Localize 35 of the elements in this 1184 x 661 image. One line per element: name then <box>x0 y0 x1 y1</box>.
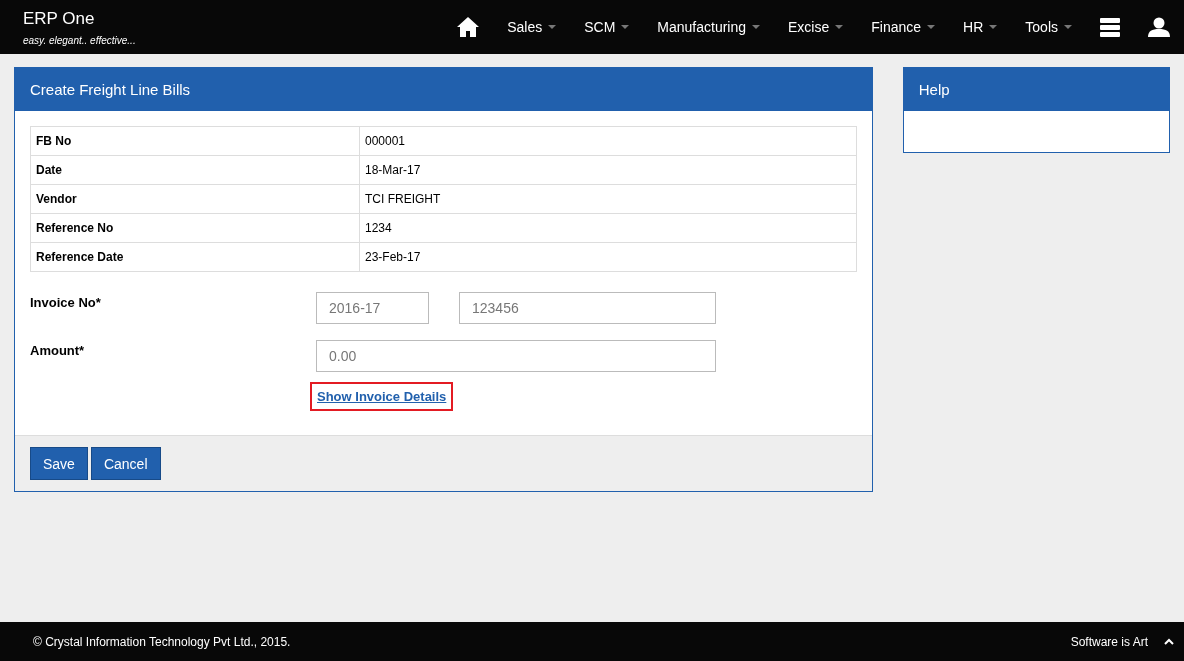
nav-menu-item[interactable]: Finance <box>857 19 950 35</box>
cancel-button[interactable]: Cancel <box>90 447 161 480</box>
nav-menu-item[interactable]: Excise <box>774 19 858 35</box>
field-label: Vendor <box>30 184 360 214</box>
slogan-text: Software is Art <box>1070 634 1148 649</box>
nav-menu-item[interactable]: Manufacturing <box>643 19 775 35</box>
nav-menu-item[interactable]: SCM <box>570 19 644 35</box>
field-label: FB No <box>30 126 360 156</box>
field-value: 23-Feb-17 <box>359 242 857 272</box>
invoice-label: Invoice No* <box>30 294 102 312</box>
nav-menu-item[interactable]: HR <box>949 19 1012 35</box>
server-icon[interactable] <box>1100 17 1120 37</box>
app-tagline: easy. elegant.. effective... <box>23 34 137 46</box>
field-value: 1234 <box>359 213 857 243</box>
field-label: Reference Date <box>30 242 360 272</box>
help-title: Help <box>903 68 1169 111</box>
nav-menu-item[interactable]: Tools <box>1011 19 1086 35</box>
field-value: 000001 <box>359 126 857 156</box>
app-title: ERP One <box>23 8 96 29</box>
save-button[interactable]: Save <box>30 447 88 480</box>
copyright-text: © Crystal Information Technology Pvt Ltd., 2015. <box>33 634 291 649</box>
chevron-up-icon[interactable] <box>1164 638 1174 645</box>
field-value: TCI FREIGHT <box>359 184 857 214</box>
field-label: Reference No <box>30 213 360 243</box>
invoice-year-field[interactable]: 2016-17 <box>316 292 429 324</box>
amount-label: Amount* <box>30 342 86 360</box>
user-icon[interactable] <box>1148 17 1170 37</box>
home-icon[interactable] <box>457 17 480 37</box>
amount-field[interactable]: 0.00 <box>316 340 716 372</box>
field-value: 18-Mar-17 <box>359 155 857 185</box>
panel-title: Create Freight Line Bills <box>15 68 872 111</box>
nav-menu-item[interactable]: Sales <box>493 19 571 35</box>
invoice-number-field[interactable]: 123456 <box>459 292 716 324</box>
field-label: Date <box>30 155 360 185</box>
show-invoice-details-link[interactable]: Show Invoice Details <box>310 382 454 411</box>
